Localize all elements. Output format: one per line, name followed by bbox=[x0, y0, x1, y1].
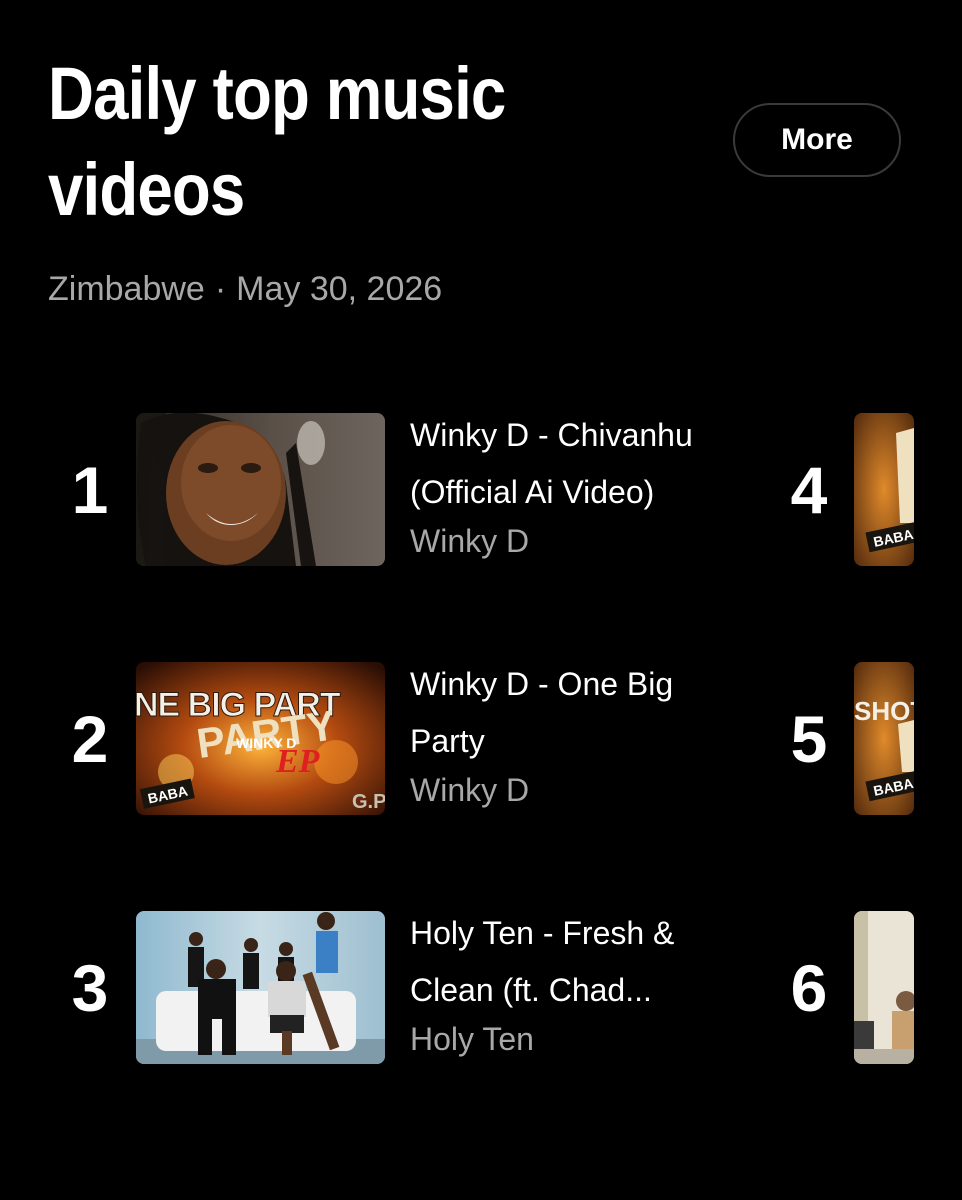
date-label: May 30, 2026 bbox=[236, 270, 443, 308]
rank-number: 5 bbox=[790, 702, 828, 776]
chart-subtitle: Zimbabwe · May 30, 2026 bbox=[48, 270, 442, 309]
video-thumbnail[interactable] bbox=[854, 911, 914, 1064]
rank-number: 3 bbox=[71, 951, 109, 1025]
page-title: Daily top music videos bbox=[48, 52, 506, 231]
video-title[interactable]: Winky D - Chivanhu (Official Ai Video) bbox=[410, 407, 720, 521]
separator: · bbox=[214, 270, 227, 308]
video-info: Holy Ten - Fresh & Clean (ft. Chad... Ho… bbox=[410, 905, 720, 1059]
artist-name[interactable]: Holy Ten bbox=[410, 1019, 720, 1059]
rank-number: 6 bbox=[790, 951, 828, 1025]
video-title[interactable]: Winky D - One Big Party bbox=[410, 656, 720, 770]
video-thumbnail[interactable] bbox=[136, 911, 385, 1064]
rank-number: 1 bbox=[71, 453, 109, 527]
video-thumbnail[interactable]: SHOT BABA bbox=[854, 662, 914, 815]
album-ep-text: EP bbox=[275, 743, 320, 780]
artist-name[interactable]: Winky D bbox=[410, 770, 720, 810]
region-label: Zimbabwe bbox=[48, 270, 205, 308]
video-thumbnail[interactable]: NE BIG PART PARTY WINKY D EP G.P BABA bbox=[136, 662, 385, 815]
video-info: Winky D - Chivanhu (Official Ai Video) W… bbox=[410, 407, 720, 561]
rank-number: 4 bbox=[790, 453, 828, 527]
artist-name[interactable]: Winky D bbox=[410, 521, 720, 561]
more-button[interactable]: More bbox=[733, 103, 901, 177]
video-title[interactable]: Holy Ten - Fresh & Clean (ft. Chad... bbox=[410, 905, 720, 1019]
shot-text: SHOT bbox=[854, 696, 914, 726]
rank-number: 2 bbox=[71, 702, 109, 776]
video-thumbnail[interactable] bbox=[136, 413, 385, 566]
video-thumbnail[interactable]: BABA bbox=[854, 413, 914, 566]
album-corner-text: G.P bbox=[352, 791, 385, 813]
video-info: Winky D - One Big Party Winky D bbox=[410, 656, 720, 810]
